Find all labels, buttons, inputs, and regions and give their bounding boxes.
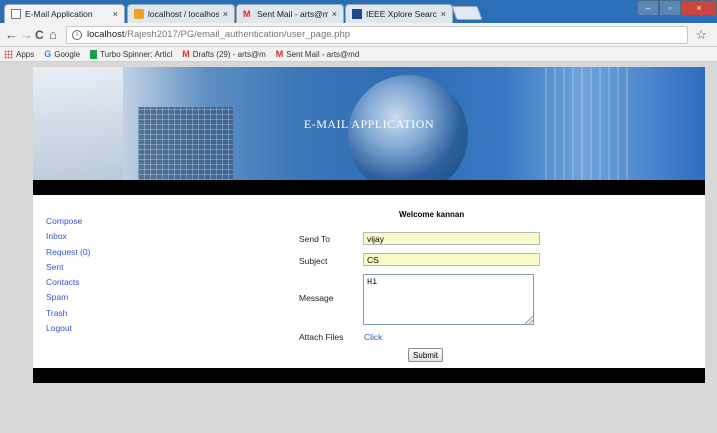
sidebar-item-compose[interactable]: Compose [46,214,90,229]
header-banner: E-MAIL APPLICATION [33,67,705,180]
phpmyadmin-icon [134,9,144,19]
sidebar-nav: Compose Inbox Request (0) Sent Contacts … [46,214,90,336]
tab-label: Sent Mail - arts@mdcen [257,9,328,19]
url-host: localhost [87,29,125,40]
page-icon [11,9,21,19]
send-to-input[interactable] [363,232,540,245]
home-icon[interactable]: ⌂ [49,27,57,43]
turbo-spinner-icon [90,49,98,59]
bookmark-label: Apps [16,49,35,59]
subject-input[interactable] [363,253,540,266]
subject-label: Subject [299,256,328,266]
bookmark-label: Google [54,49,81,59]
banner-title: E-MAIL APPLICATION [303,117,435,131]
url-path: /Rajesh2017/PG/email_authentication/user… [124,29,351,40]
welcome-message: Welcome kannan [399,210,465,219]
tab-close-icon[interactable]: × [113,9,118,19]
tab-label: localhost / localhost / ga [148,9,219,19]
back-icon[interactable]: ← [5,27,18,43]
sidebar-item-request[interactable]: Request (0) [46,245,90,260]
send-to-label: Send To [299,234,331,244]
bookmark-apps[interactable]: Apps [4,49,35,59]
tab-sent-mail[interactable]: M Sent Mail - arts@mdcen × [236,4,344,23]
reload-icon[interactable]: C [35,27,44,43]
bookmark-drafts[interactable]: M Drafts (29) - arts@m [182,49,266,59]
forward-icon[interactable]: → [20,27,33,43]
bookmark-star-icon[interactable]: ☆ [695,27,707,43]
gmail-icon: M [275,49,284,59]
submit-button[interactable]: Submit [408,348,443,362]
tab-email-application[interactable]: E-Mail Application × [4,4,125,23]
tab-label: IEEE Xplore Search Resul [366,9,437,19]
sidebar-item-sent[interactable]: Sent [46,260,90,275]
url-input[interactable]: i localhost/Rajesh2017/PG/email_authenti… [66,26,688,44]
window-controls: – ▫ × [637,0,717,16]
bookmark-turbo-spinner[interactable]: Turbo Spinner: Articl [90,49,173,59]
tab-close-icon[interactable]: × [441,9,446,19]
gmail-icon: M [243,9,251,19]
tab-phpmyadmin[interactable]: localhost / localhost / ga × [127,4,235,23]
google-icon: G [44,49,52,59]
apps-icon [4,49,13,59]
bookmarks-bar: Apps G Google Turbo Spinner: Articl M Dr… [0,47,717,62]
bookmark-label: Turbo Spinner: Articl [100,49,173,59]
sidebar-item-contacts[interactable]: Contacts [46,275,90,290]
bookmark-label: Sent Mail - arts@md [286,49,360,59]
ieee-icon [352,9,362,19]
bookmark-google[interactable]: G Google [44,49,80,59]
browser-tab-bar: E-Mail Application × localhost / localho… [0,0,717,23]
message-textarea[interactable]: Hi [363,274,534,325]
page-container: E-MAIL APPLICATION Compose Inbox Request… [33,67,705,383]
sidebar-item-spam[interactable]: Spam [46,290,90,305]
resize-grip-icon[interactable] [525,316,533,324]
gmail-icon: M [182,49,190,59]
page-viewport: E-MAIL APPLICATION Compose Inbox Request… [0,62,717,433]
new-tab-button[interactable] [451,6,483,20]
tab-close-icon[interactable]: × [223,9,228,19]
tab-ieee-xplore[interactable]: IEEE Xplore Search Resul × [345,4,453,23]
header-divider [33,180,705,195]
sidebar-item-inbox[interactable]: Inbox [46,229,90,244]
tab-close-icon[interactable]: × [332,9,337,19]
message-label: Message [299,293,334,303]
address-bar-row: ← → C ⌂ i localhost/Rajesh2017/PG/email_… [0,23,717,47]
bookmark-label: Drafts (29) - arts@m [192,49,266,59]
minimize-icon[interactable]: – [637,0,659,16]
tab-label: E-Mail Application [25,9,93,19]
attach-files-label: Attach Files [299,332,344,342]
bookmark-sent-mail[interactable]: M Sent Mail - arts@md [276,49,360,59]
window-close-icon[interactable]: × [681,0,717,16]
attach-files-link[interactable]: Click [364,332,382,342]
sidebar-item-trash[interactable]: Trash [46,306,90,321]
maximize-icon[interactable]: ▫ [659,0,681,16]
info-icon[interactable]: i [72,30,82,40]
sidebar-item-logout[interactable]: Logout [46,321,90,336]
footer-band [33,368,705,383]
